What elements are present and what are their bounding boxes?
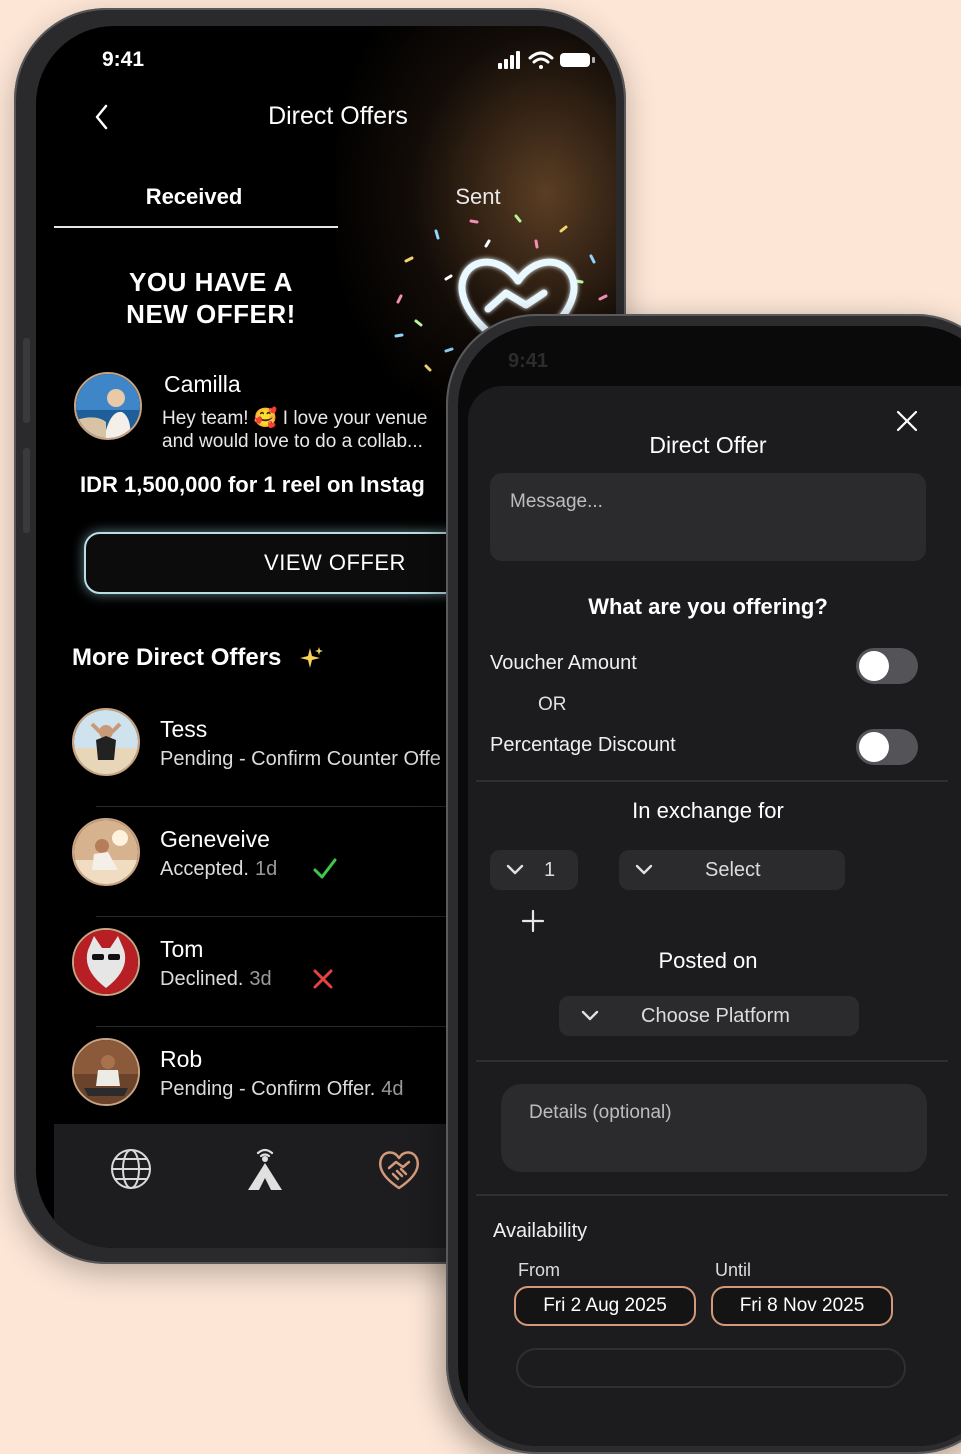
posted-on-heading: Posted on	[658, 948, 758, 973]
sparkles-icon	[300, 647, 323, 668]
message-placeholder: Message...	[510, 491, 603, 512]
availability-label: Availability	[493, 1220, 588, 1242]
direct-offer-sheet: Direct Offer Message... What are you off…	[468, 386, 961, 1446]
offering-question: What are you offering?	[588, 594, 828, 619]
platform-placeholder: Choose Platform	[641, 1005, 790, 1027]
offer-status: Pending - Confirm Offer. 4d	[160, 1078, 404, 1101]
until-label: Until	[715, 1260, 752, 1280]
toggle-knob	[859, 732, 889, 762]
offer-status-text: Pending - Confirm Counter Offe	[160, 748, 441, 770]
offer-status-text: Accepted.	[160, 858, 249, 880]
voucher-amount-toggle[interactable]	[856, 648, 918, 684]
offer-status: Accepted. 1d	[160, 858, 277, 881]
quantity-value: 1	[544, 859, 556, 881]
sheet-title: Direct Offer	[649, 432, 767, 458]
offer-age: 1d	[254, 858, 278, 880]
or-label: OR	[538, 694, 567, 715]
chevron-down-icon	[506, 864, 524, 875]
banner-line2: NEW OFFER!	[126, 299, 296, 329]
add-deliverable-icon[interactable]	[520, 908, 546, 934]
exchange-heading: In exchange for	[632, 798, 784, 823]
quantity-dropdown[interactable]: 1	[490, 850, 578, 890]
offer-status: Declined. 3d	[160, 968, 272, 991]
platform-dropdown[interactable]: Choose Platform	[559, 996, 859, 1036]
battery-icon	[560, 53, 595, 67]
featured-offer-price: IDR 1,500,000 for 1 reel on Instag	[80, 472, 425, 497]
offer-status-text: Pending - Confirm Offer.	[160, 1078, 376, 1100]
signal-icon	[498, 51, 520, 69]
tab-received[interactable]: Received	[96, 184, 292, 210]
cross-icon	[313, 969, 333, 989]
status-icons	[498, 51, 595, 69]
offer-name: Tess	[160, 716, 208, 742]
section-divider	[476, 1060, 948, 1062]
offer-status-text: Declined.	[160, 968, 244, 990]
avatar-geneveive	[72, 818, 140, 886]
percentage-discount-label: Percentage Discount	[490, 734, 676, 756]
avatar-tom	[72, 928, 140, 996]
chevron-down-icon	[581, 1010, 599, 1021]
until-date-picker[interactable]: Fri 8 Nov 2025	[711, 1286, 893, 1326]
status-time: 9:41	[102, 48, 145, 71]
direct-offer-screen: 9:41 Direct Offer Message... What are yo…	[458, 326, 961, 1446]
antenna-person-icon[interactable]	[242, 1146, 288, 1192]
avatar-rob	[72, 1038, 140, 1106]
offer-age: 4d	[381, 1078, 404, 1100]
section-divider	[476, 780, 948, 782]
volume-up-button	[23, 338, 30, 423]
wifi-icon	[528, 51, 554, 69]
section-divider	[476, 1194, 948, 1196]
next-field-outline	[516, 1348, 906, 1388]
offer-age: 3d	[249, 968, 272, 990]
voucher-amount-label: Voucher Amount	[490, 652, 637, 674]
offer-status: Pending - Confirm Counter Offe	[160, 748, 441, 771]
check-icon	[313, 858, 337, 879]
avatar-camilla[interactable]	[74, 372, 142, 440]
deliverable-select[interactable]: Select	[619, 850, 845, 890]
offer-name: Geneveive	[160, 826, 270, 852]
from-label: From	[518, 1260, 560, 1280]
from-date-picker[interactable]: Fri 2 Aug 2025	[514, 1286, 696, 1326]
page-title: Direct Offers	[268, 102, 408, 130]
new-offer-banner: YOU HAVE A NEW OFFER!	[76, 266, 346, 330]
more-offers-heading: More Direct Offers	[72, 644, 282, 671]
featured-offer-name: Camilla	[164, 371, 241, 397]
banner-line1: YOU HAVE A	[129, 267, 293, 297]
toggle-knob	[859, 651, 889, 681]
avatar-tess	[72, 708, 140, 776]
details-input[interactable]: Details (optional)	[501, 1084, 927, 1172]
details-placeholder: Details (optional)	[529, 1102, 672, 1123]
close-icon[interactable]	[896, 410, 918, 432]
active-tab-indicator	[54, 226, 338, 228]
offer-name: Rob	[160, 1046, 203, 1072]
globe-icon[interactable]	[108, 1146, 154, 1192]
chevron-down-icon	[635, 864, 653, 875]
select-placeholder: Select	[705, 859, 761, 881]
handshake-heart-icon[interactable]	[376, 1146, 422, 1192]
percentage-discount-toggle[interactable]	[856, 729, 918, 765]
message-input[interactable]: Message...	[490, 473, 926, 561]
phone-direct-offer-form: 9:41 Direct Offer Message... What are yo…	[446, 314, 961, 1454]
offer-name: Tom	[160, 936, 204, 962]
volume-down-button	[23, 448, 30, 533]
status-time-dimmed: 9:41	[508, 350, 549, 372]
featured-offer-message-cont: and would love to do a collab...	[162, 431, 423, 452]
featured-offer-message: Hey team! 🥰 I love your venue	[162, 408, 428, 429]
